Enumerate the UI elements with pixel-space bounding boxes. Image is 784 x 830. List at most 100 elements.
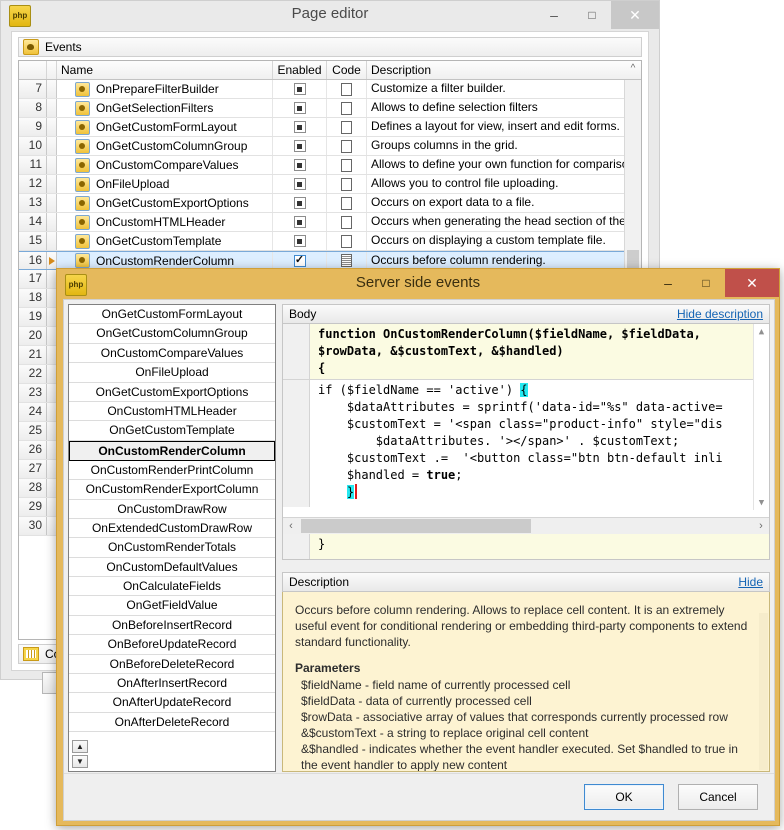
code-cell[interactable] bbox=[327, 118, 367, 136]
table-row[interactable]: 8OnGetSelectionFiltersAllows to define s… bbox=[19, 99, 641, 118]
list-item[interactable]: OnBeforeDeleteRecord bbox=[69, 655, 275, 674]
scrollbar-thumb[interactable] bbox=[301, 519, 531, 533]
code-editor[interactable]: function OnCustomRenderColumn($fieldName… bbox=[282, 324, 770, 560]
hide-description-link[interactable]: Hide description bbox=[677, 307, 763, 321]
list-item[interactable]: OnFileUpload bbox=[69, 363, 275, 382]
scroll-up-icon[interactable]: ▲ bbox=[754, 324, 769, 339]
enabled-checkbox[interactable] bbox=[294, 83, 306, 95]
code-cell[interactable] bbox=[327, 99, 367, 117]
code-cell[interactable] bbox=[327, 80, 367, 98]
cancel-button[interactable]: Cancel bbox=[678, 784, 758, 810]
code-icon[interactable] bbox=[341, 216, 352, 229]
event-name-cell[interactable]: OnCustomCompareValues bbox=[57, 156, 273, 174]
code-icon[interactable] bbox=[341, 159, 352, 172]
minimize-button[interactable]: – bbox=[535, 1, 573, 29]
hide-link[interactable]: Hide bbox=[738, 575, 763, 589]
code-icon[interactable] bbox=[341, 197, 352, 210]
scroll-down-icon[interactable]: ▼ bbox=[72, 755, 88, 768]
enabled-cell[interactable] bbox=[273, 232, 327, 250]
resize-grip[interactable] bbox=[416, 559, 636, 560]
enabled-checkbox[interactable] bbox=[294, 216, 306, 228]
code-icon[interactable] bbox=[341, 83, 352, 96]
maximize-button[interactable]: □ bbox=[687, 269, 725, 297]
enabled-checkbox[interactable] bbox=[294, 102, 306, 114]
code-icon[interactable] bbox=[341, 178, 352, 191]
event-name-cell[interactable]: OnGetCustomFormLayout bbox=[57, 118, 273, 136]
column-header-name[interactable]: Name bbox=[57, 61, 273, 79]
column-header-code[interactable]: Code bbox=[327, 61, 367, 79]
code-cell[interactable] bbox=[327, 252, 367, 269]
table-row[interactable]: 10OnGetCustomColumnGroupGroups columns i… bbox=[19, 137, 641, 156]
column-header-description[interactable]: Description bbox=[367, 61, 625, 79]
list-item[interactable]: OnGetCustomExportOptions bbox=[69, 383, 275, 402]
event-name-cell[interactable]: OnCustomHTMLHeader bbox=[57, 213, 273, 231]
list-item[interactable]: OnCustomCompareValues bbox=[69, 344, 275, 363]
grid-scroll-up-icon[interactable]: ^ bbox=[625, 61, 641, 79]
close-button[interactable]: ✕ bbox=[725, 269, 779, 297]
table-row[interactable]: 14OnCustomHTMLHeaderOccurs when generati… bbox=[19, 213, 641, 232]
code-icon[interactable] bbox=[341, 121, 352, 134]
enabled-cell[interactable] bbox=[273, 213, 327, 231]
event-name-cell[interactable]: OnFileUpload bbox=[57, 175, 273, 193]
list-item[interactable]: OnAfterDeleteRecord bbox=[69, 713, 275, 732]
list-item[interactable]: OnCustomDrawRow bbox=[69, 500, 275, 519]
enabled-checkbox[interactable] bbox=[294, 197, 306, 209]
enabled-checkbox[interactable] bbox=[294, 178, 306, 190]
table-row[interactable]: 9OnGetCustomFormLayoutDefines a layout f… bbox=[19, 118, 641, 137]
code-cell[interactable] bbox=[327, 175, 367, 193]
table-row[interactable]: 12OnFileUploadAllows you to control file… bbox=[19, 175, 641, 194]
code-cell[interactable] bbox=[327, 213, 367, 231]
event-name-cell[interactable]: OnGetSelectionFilters bbox=[57, 99, 273, 117]
list-item[interactable]: OnCustomHTMLHeader bbox=[69, 402, 275, 421]
enabled-cell[interactable] bbox=[273, 118, 327, 136]
code-cell[interactable] bbox=[327, 232, 367, 250]
scroll-down-icon[interactable]: ▼ bbox=[754, 495, 769, 510]
code-icon[interactable] bbox=[341, 140, 352, 153]
code-body-editable[interactable]: if ($fieldName == 'active') { $dataAttri… bbox=[283, 380, 769, 507]
code-icon[interactable] bbox=[341, 235, 352, 248]
list-item[interactable]: OnBeforeInsertRecord bbox=[69, 616, 275, 635]
list-item[interactable]: OnCustomRenderTotals bbox=[69, 538, 275, 557]
server-side-events-window[interactable]: php Server side events – □ ✕ OnGetCustom… bbox=[56, 268, 780, 826]
scroll-right-icon[interactable]: › bbox=[753, 520, 769, 532]
enabled-checkbox[interactable] bbox=[294, 121, 306, 133]
code-cell[interactable] bbox=[327, 156, 367, 174]
enabled-checkbox[interactable] bbox=[294, 159, 306, 171]
list-item[interactable]: OnAfterUpdateRecord bbox=[69, 693, 275, 712]
table-row[interactable]: 11OnCustomCompareValuesAllows to define … bbox=[19, 156, 641, 175]
scroll-up-icon[interactable]: ▲ bbox=[72, 740, 88, 753]
enabled-checkbox[interactable] bbox=[294, 140, 306, 152]
enabled-cell[interactable] bbox=[273, 99, 327, 117]
code-body-text[interactable]: if ($fieldName == 'active') { $dataAttri… bbox=[310, 380, 769, 507]
events-list[interactable]: OnGetCustomFormLayoutOnGetCustomColumnGr… bbox=[68, 304, 276, 772]
code-vertical-scrollbar[interactable]: ▲ ▼ bbox=[753, 324, 769, 510]
table-row[interactable]: 13OnGetCustomExportOptionsOccurs on expo… bbox=[19, 194, 641, 213]
code-horizontal-scrollbar[interactable]: ‹ › bbox=[283, 517, 769, 534]
list-item[interactable]: OnGetFieldValue bbox=[69, 596, 275, 615]
list-item[interactable]: OnGetCustomFormLayout bbox=[69, 305, 275, 324]
code-icon[interactable] bbox=[341, 102, 352, 115]
enabled-cell[interactable] bbox=[273, 137, 327, 155]
list-item-selected[interactable]: OnCustomRenderColumn bbox=[69, 441, 275, 461]
list-item[interactable]: OnCustomRenderExportColumn bbox=[69, 480, 275, 499]
event-name-cell[interactable]: OnGetCustomExportOptions bbox=[57, 194, 273, 212]
table-row[interactable]: 15OnGetCustomTemplateOccurs on displayin… bbox=[19, 232, 641, 251]
code-cell[interactable] bbox=[327, 194, 367, 212]
enabled-checkbox[interactable] bbox=[294, 235, 306, 247]
code-icon[interactable] bbox=[341, 254, 352, 267]
event-name-cell[interactable]: OnGetCustomTemplate bbox=[57, 232, 273, 250]
event-name-cell[interactable]: OnPrepareFilterBuilder bbox=[57, 80, 273, 98]
enabled-checkbox[interactable]: ✓ bbox=[294, 255, 306, 267]
table-row[interactable]: 7OnPrepareFilterBuilderCustomize a filte… bbox=[19, 80, 641, 99]
minimize-button[interactable]: – bbox=[649, 269, 687, 297]
enabled-cell[interactable] bbox=[273, 175, 327, 193]
enabled-cell[interactable] bbox=[273, 194, 327, 212]
code-cell[interactable] bbox=[327, 137, 367, 155]
list-item[interactable]: OnAfterInsertRecord bbox=[69, 674, 275, 693]
description-scrollbar[interactable] bbox=[759, 613, 768, 770]
scroll-left-icon[interactable]: ‹ bbox=[283, 520, 299, 532]
events-section-header[interactable]: Events bbox=[18, 37, 642, 57]
ok-button[interactable]: OK bbox=[584, 784, 664, 810]
enabled-cell[interactable] bbox=[273, 80, 327, 98]
list-item[interactable]: OnCalculateFields bbox=[69, 577, 275, 596]
